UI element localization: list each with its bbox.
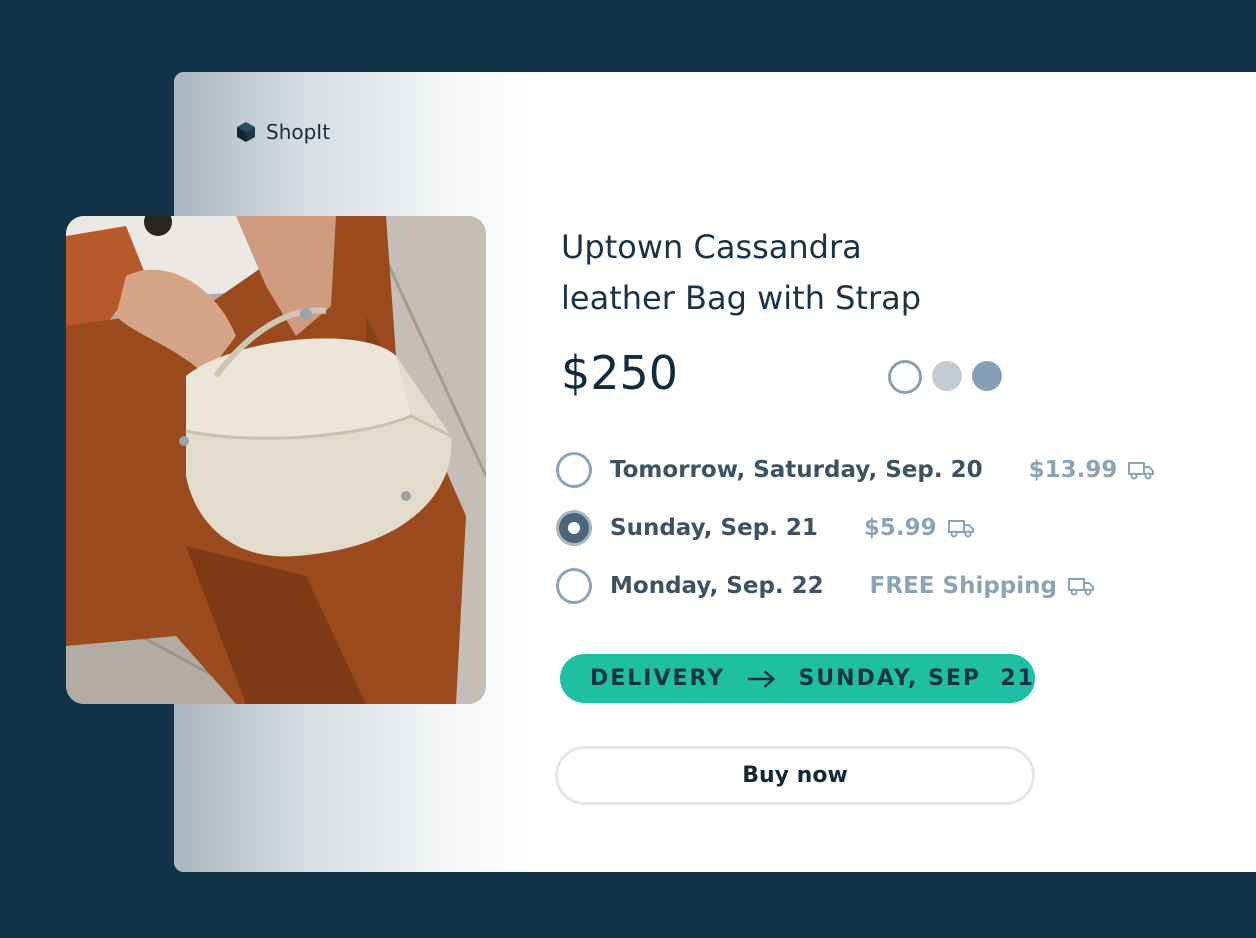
delivery-date: SUNDAY, SEP 21 [798,666,1035,691]
shipping-option-1[interactable]: Tomorrow, Saturday, Sep. 20 $13.99 [556,452,1155,488]
shipping-date: Sunday, Sep. 21 [610,515,818,541]
truck-icon [1068,578,1094,596]
product-title-line1: Uptown Cassandra [561,228,862,266]
delivery-summary: DELIVERY SUNDAY, SEP 21 [560,654,1035,703]
shipping-price-text: $13.99 [1028,457,1118,483]
shipping-date: Monday, Sep. 22 [610,573,824,599]
radio-checked[interactable] [556,510,592,546]
shipping-price-text: FREE Shipping [869,573,1057,599]
product-title-line2: leather Bag with Strap [561,279,922,317]
color-swatch-blue-gray[interactable] [972,361,1002,391]
shipping-price: $5.99 [864,515,975,541]
shipping-price: FREE Shipping [870,573,1095,599]
product-title: Uptown Cassandra leather Bag with Strap [561,222,1041,324]
color-swatch-white[interactable] [888,360,922,394]
buy-now-button[interactable]: Buy now [555,746,1035,805]
arrow-right-icon [748,669,776,688]
truck-icon [1128,462,1155,480]
delivery-label: DELIVERY [590,666,726,691]
shipping-option-3[interactable]: Monday, Sep. 22 FREE Shipping [556,568,1095,604]
radio-unchecked[interactable] [556,568,592,604]
shipping-option-2[interactable]: Sunday, Sep. 21 $5.99 [556,510,975,546]
shipping-price-text: $5.99 [863,515,937,541]
cube-icon [237,122,255,142]
product-image [66,216,486,704]
color-swatch-light-gray[interactable] [932,361,962,391]
product-price: $250 [561,346,679,400]
radio-unchecked[interactable] [556,452,592,488]
color-swatches [888,360,1002,394]
shipping-price: $13.99 [1029,457,1156,483]
bag-photo [66,216,486,704]
brand-name: ShopIt [266,120,331,144]
truck-icon [947,520,974,538]
shipping-date: Tomorrow, Saturday, Sep. 20 [610,457,983,483]
brand-logo[interactable]: ShopIt [234,120,330,144]
